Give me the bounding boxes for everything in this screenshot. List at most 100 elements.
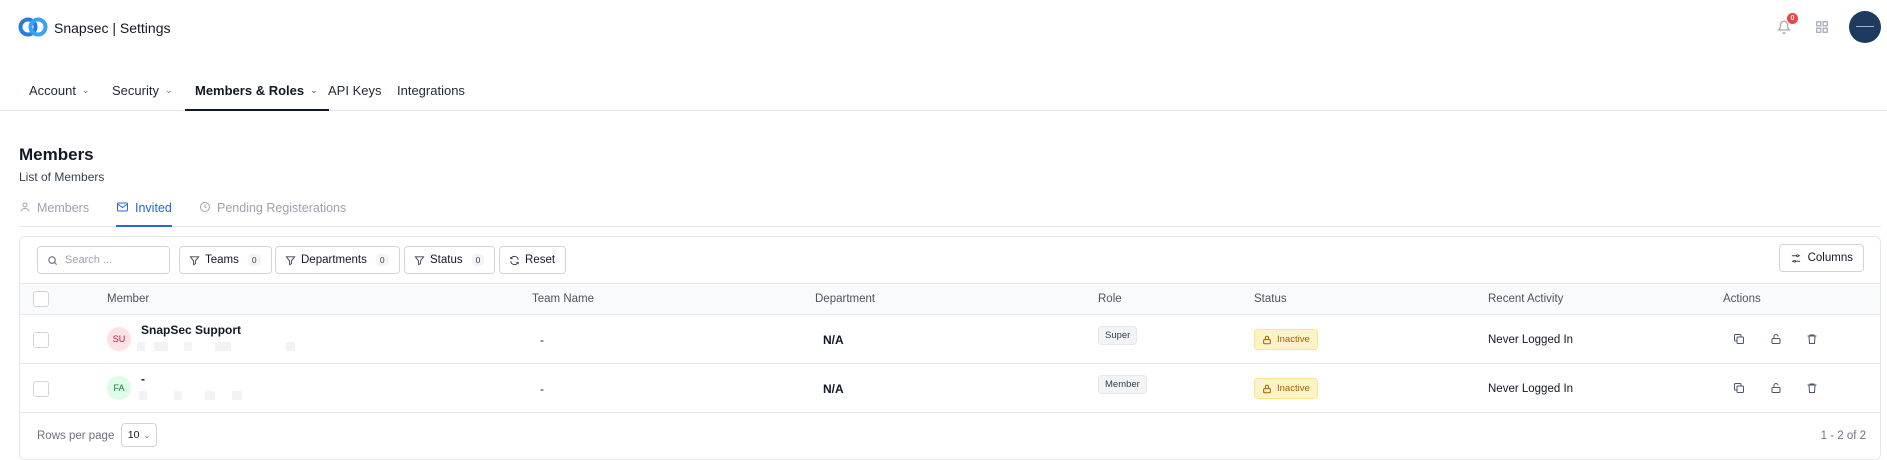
chevron-down-icon: ⌄: [310, 85, 318, 95]
tab-api-keys[interactable]: API Keys: [328, 72, 381, 111]
delete-button[interactable]: [1803, 330, 1821, 348]
chevron-down-icon: ⌄: [143, 430, 151, 440]
user-icon: [20, 202, 30, 212]
search-icon: [48, 255, 58, 265]
unlock-icon: [1771, 383, 1781, 393]
snapsec-logo[interactable]: [18, 15, 48, 39]
filter-icon: [189, 255, 200, 265]
redacted-email: [205, 391, 215, 400]
columns-label: Columns: [1807, 252, 1853, 264]
department: N/A: [823, 333, 844, 347]
clock-icon: [200, 202, 210, 212]
subtab-label: Pending Registerations: [217, 201, 347, 215]
chevron-down-icon: ⌄: [164, 85, 173, 95]
col-recent-activity[interactable]: Recent Activity: [1488, 293, 1563, 305]
col-role[interactable]: Role: [1098, 293, 1122, 305]
notification-badge: 0: [1787, 13, 1798, 24]
unlock-button[interactable]: [1767, 330, 1785, 348]
apps-grid-icon: [1816, 21, 1828, 33]
subtab-invited[interactable]: Invited: [116, 197, 172, 227]
columns-settings-icon: [1791, 253, 1800, 263]
table-header: Member Team Name Department Role Status …: [20, 283, 1880, 315]
top-header: Snapsec | Settings 0: [0, 0, 1887, 56]
team-name: -: [540, 382, 544, 396]
filter-label: Teams: [205, 254, 239, 266]
refresh-icon: [510, 255, 519, 265]
tab-security[interactable]: Security ⌄: [112, 72, 173, 111]
delete-button[interactable]: [1803, 379, 1821, 397]
status-label: Inactive: [1277, 383, 1310, 394]
tab-members-roles[interactable]: Members & Roles ⌄: [185, 72, 329, 111]
apps-grid-button[interactable]: [1811, 16, 1833, 38]
col-actions: Actions: [1723, 293, 1761, 305]
search-box[interactable]: [37, 246, 170, 274]
filter-icon: [414, 255, 425, 265]
status-badge: Inactive: [1254, 329, 1318, 350]
team-name: -: [540, 333, 544, 347]
subtab-members[interactable]: Members: [19, 197, 89, 227]
trash-icon: [1807, 334, 1817, 344]
redacted-email: [137, 342, 145, 351]
col-status[interactable]: Status: [1254, 293, 1287, 305]
department: N/A: [823, 382, 844, 396]
member-name: -: [141, 372, 145, 386]
teams-filter-button[interactable]: Teams 0: [179, 246, 272, 274]
app-title: Snapsec | Settings: [54, 20, 171, 36]
tab-account[interactable]: Account ⌄: [29, 72, 90, 111]
redacted-email: [232, 391, 242, 400]
redacted-email: [184, 342, 192, 351]
row-checkbox[interactable]: [33, 381, 49, 397]
status-label: Inactive: [1277, 334, 1310, 345]
columns-button[interactable]: Columns: [1778, 244, 1864, 272]
copy-button[interactable]: [1730, 330, 1748, 348]
recent-activity: Never Logged In: [1488, 334, 1574, 346]
tab-label: API Keys: [328, 83, 382, 98]
copy-button[interactable]: [1730, 379, 1748, 397]
table-row[interactable]: FA - - N/A Member Inactive Never Logged …: [20, 364, 1880, 413]
row-checkbox[interactable]: [33, 332, 49, 348]
mail-check-icon: [117, 202, 128, 212]
trash-icon: [1807, 383, 1817, 393]
filter-count: 0: [471, 254, 485, 266]
tab-label: Security: [112, 83, 159, 98]
table-toolbar: Teams 0 Departments 0 Status 0 Reset Col…: [20, 237, 1880, 283]
copy-icon: [1734, 383, 1744, 393]
member-subtabs: Members Invited Pending Registerations: [19, 197, 1881, 227]
settings-nav: Account ⌄ Security ⌄ Members & Roles ⌄ A…: [0, 72, 1887, 111]
status-badge: Inactive: [1254, 378, 1318, 399]
subtab-pending-registerations[interactable]: Pending Registerations: [199, 197, 346, 227]
lock-icon: [1263, 335, 1271, 344]
role-badge: Super: [1098, 326, 1138, 345]
notifications-button[interactable]: 0: [1773, 13, 1798, 38]
filter-icon: [285, 255, 296, 265]
col-team-name[interactable]: Team Name: [532, 293, 594, 305]
lock-icon: [1263, 384, 1271, 393]
tab-label: Integrations: [397, 83, 465, 98]
departments-filter-button[interactable]: Departments 0: [275, 246, 400, 274]
tab-label: Account: [29, 83, 76, 98]
filter-count: 0: [375, 254, 389, 266]
role-badge: Member: [1098, 375, 1147, 394]
unlock-button[interactable]: [1767, 379, 1785, 397]
search-input[interactable]: [65, 254, 160, 266]
select-all-checkbox[interactable]: [33, 291, 49, 307]
reset-button[interactable]: Reset: [499, 246, 567, 274]
user-avatar[interactable]: [1849, 11, 1881, 43]
tab-integrations[interactable]: Integrations: [397, 72, 465, 111]
reset-label: Reset: [525, 254, 556, 266]
filter-label: Status: [430, 254, 463, 266]
status-filter-button[interactable]: Status 0: [404, 246, 496, 274]
subtab-label: Invited: [135, 201, 172, 215]
filter-label: Departments: [301, 254, 367, 266]
chevron-down-icon: ⌄: [81, 85, 90, 95]
unlock-icon: [1771, 334, 1781, 344]
table-footer: Rows per page 10 ⌄ 1 - 2 of 2: [20, 413, 1880, 459]
table-row[interactable]: SU SnapSec Support - N/A Super Inactive …: [20, 315, 1880, 364]
redacted-email: [286, 342, 295, 351]
redacted-email: [139, 391, 147, 400]
pagination-info: 1 - 2 of 2: [1820, 430, 1866, 442]
col-department[interactable]: Department: [815, 293, 875, 305]
rows-per-page-select[interactable]: 10 ⌄: [121, 423, 157, 447]
col-member[interactable]: Member: [107, 293, 149, 305]
rows-per-page-value: 10: [127, 429, 140, 441]
